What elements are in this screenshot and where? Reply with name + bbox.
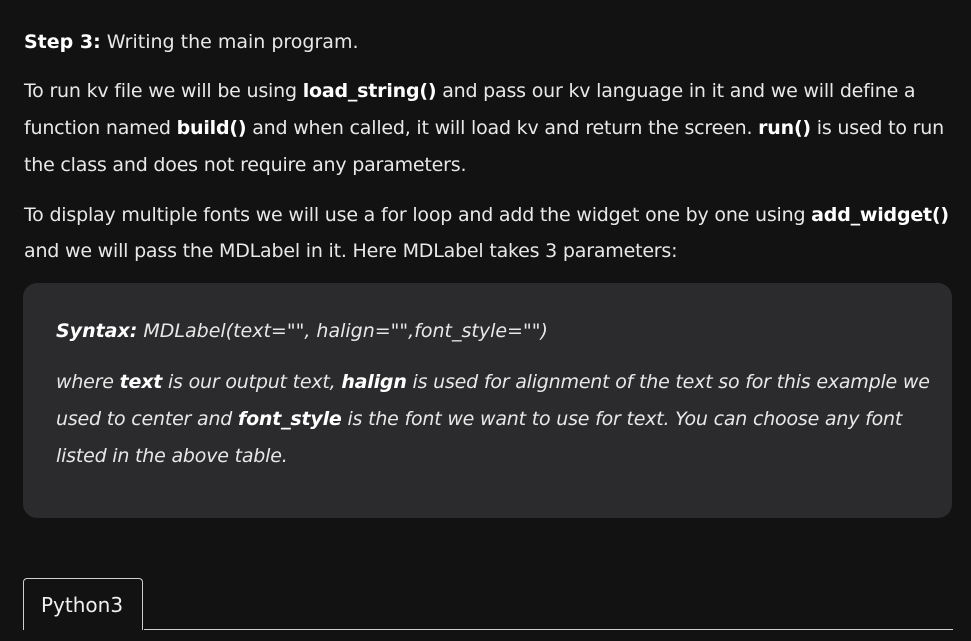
syntax-code: MDLabel(text="", halign="",font_style=""… (137, 320, 548, 342)
step-heading: Step 3: Writing the main program. (24, 28, 359, 56)
text-segment: and when called, it will load kv and ret… (246, 117, 759, 139)
text-segment: is our output text, (162, 371, 342, 393)
paragraph-run-kv: To run kv file we will be using load_str… (24, 73, 949, 184)
syntax-box: Syntax: MDLabel(text="", halign="",font_… (23, 283, 952, 518)
code-tab-divider (144, 629, 953, 630)
syntax-description: where text is our output text, halign is… (56, 364, 936, 475)
article-content: Step 3: Writing the main program. To run… (0, 0, 971, 641)
step-title: Writing the main program. (100, 31, 359, 53)
text-segment: and we will pass the MDLabel in it. Here… (24, 240, 678, 262)
step-label: Step 3: (24, 31, 101, 53)
code-run: run() (758, 117, 811, 139)
syntax-label: Syntax: (56, 320, 138, 342)
tab-python3[interactable]: Python3 (23, 578, 143, 630)
text-segment: To run kv file we will be using (24, 80, 303, 102)
code-build: build() (176, 117, 247, 139)
param-halign: halign (341, 371, 407, 393)
code-load-string: load_string() (302, 80, 437, 102)
param-font-style: font_style (238, 408, 342, 430)
paragraph-multiple-fonts: To display multiple fonts we will use a … (24, 197, 949, 269)
syntax-line: Syntax: MDLabel(text="", halign="",font_… (56, 317, 548, 345)
text-segment: where (56, 371, 120, 393)
code-add-widget: add_widget() (811, 204, 949, 226)
param-text: text (119, 371, 163, 393)
text-segment: To display multiple fonts we will use a … (24, 204, 812, 226)
